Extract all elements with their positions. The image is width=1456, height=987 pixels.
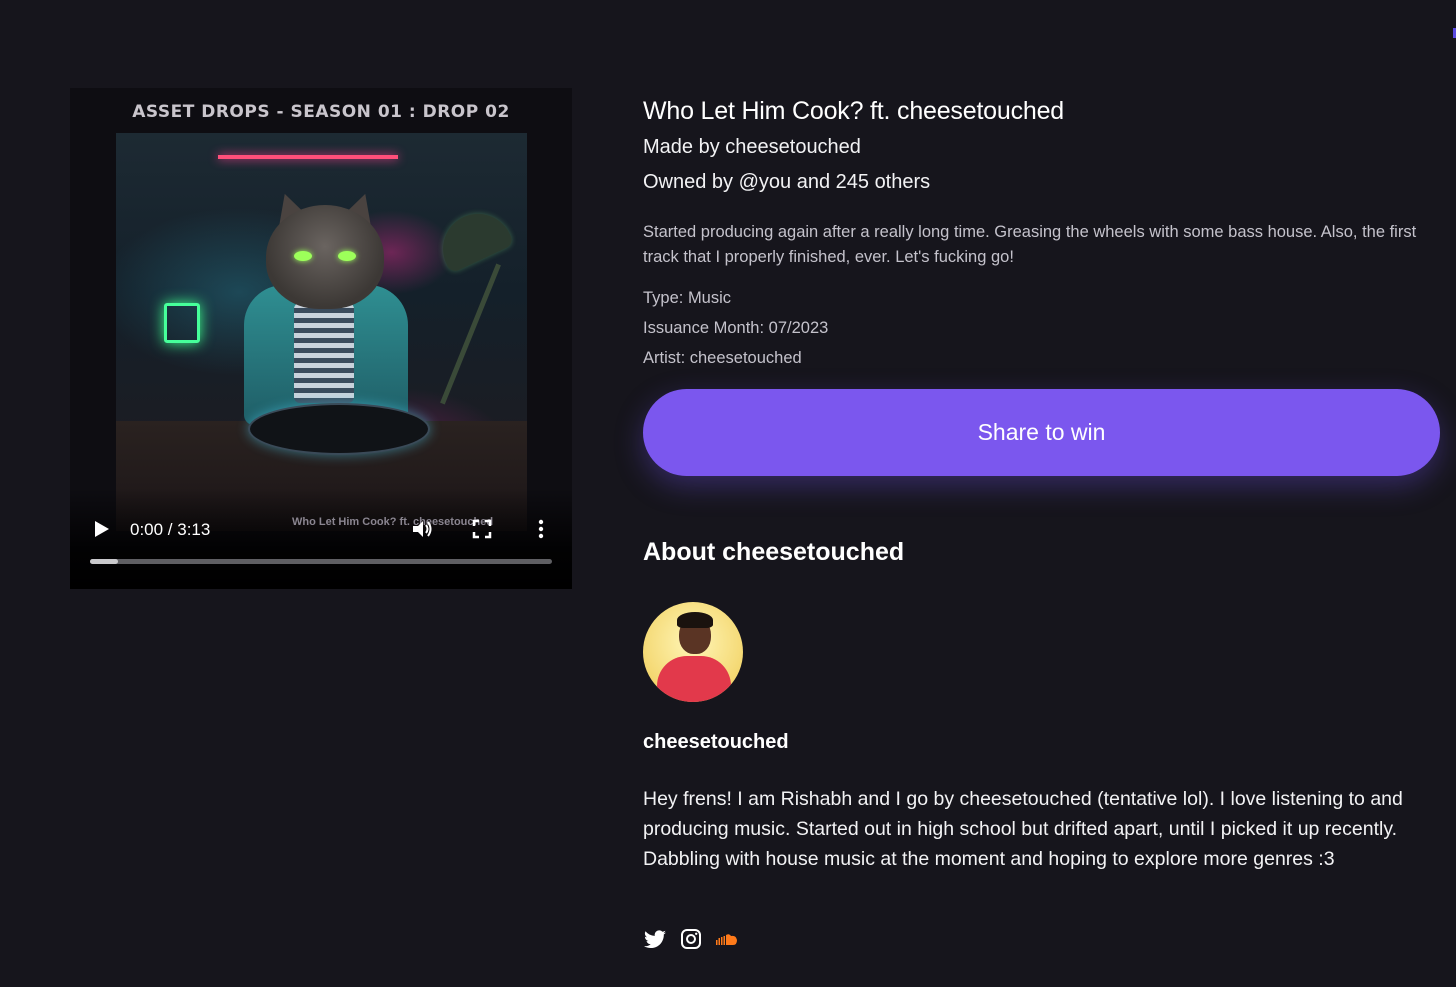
made-by: Made by cheesetouched xyxy=(643,136,861,158)
social-links xyxy=(643,927,739,951)
fullscreen-icon[interactable] xyxy=(472,519,492,539)
track-info: Who Let Him Cook? ft. cheesetouched Made… xyxy=(643,92,1443,373)
cat-shirt xyxy=(294,303,354,403)
video-player[interactable]: ASSET DROPS - SEASON 01 : DROP 02 Who Le… xyxy=(70,88,572,589)
neon-light xyxy=(218,155,398,159)
play-icon[interactable] xyxy=(92,518,112,540)
track-title: Who Let Him Cook? ft. cheesetouched xyxy=(643,97,1065,125)
progress-bar[interactable] xyxy=(90,559,552,564)
neon-sign xyxy=(164,303,200,343)
track-artwork xyxy=(116,133,527,531)
share-to-win-button[interactable]: Share to win xyxy=(643,389,1440,476)
more-options-icon[interactable] xyxy=(536,518,546,540)
avatar[interactable] xyxy=(643,602,743,702)
instagram-icon[interactable] xyxy=(679,927,703,951)
cat-eye-right xyxy=(338,251,356,261)
issuance-month: Issuance Month: 07/2023 xyxy=(643,319,829,337)
artist-bio: Hey frens! I am Rishabh and I go by chee… xyxy=(643,788,1403,870)
lamp-arm xyxy=(440,263,501,405)
time-readout: 0:00 / 3:13 xyxy=(130,520,211,539)
soundcloud-icon[interactable] xyxy=(715,927,739,951)
drop-header: ASSET DROPS - SEASON 01 : DROP 02 xyxy=(132,102,510,122)
track-meta: Type: Music Issuance Month: 07/2023 Arti… xyxy=(643,283,1443,373)
cat-head xyxy=(266,205,384,309)
track-artist: Artist: cheesetouched xyxy=(643,349,802,367)
artist-username: cheesetouched xyxy=(643,731,789,753)
avatar-hair xyxy=(677,612,713,628)
turntable xyxy=(248,403,430,455)
artwork-caption: Who Let Him Cook? ft. cheesetouched xyxy=(292,516,494,528)
lamp-shade xyxy=(431,202,515,274)
owned-by: Owned by @you and 245 others xyxy=(643,171,931,193)
about-heading: About cheesetouched xyxy=(643,538,905,566)
twitter-icon[interactable] xyxy=(643,927,667,951)
avatar-shirt xyxy=(657,656,731,702)
cat-eye-left xyxy=(294,251,312,261)
volume-icon[interactable] xyxy=(410,517,434,541)
track-description: Started producing again after a really l… xyxy=(643,223,1417,266)
progress-fill xyxy=(90,559,118,564)
track-type: Type: Music xyxy=(643,289,732,307)
